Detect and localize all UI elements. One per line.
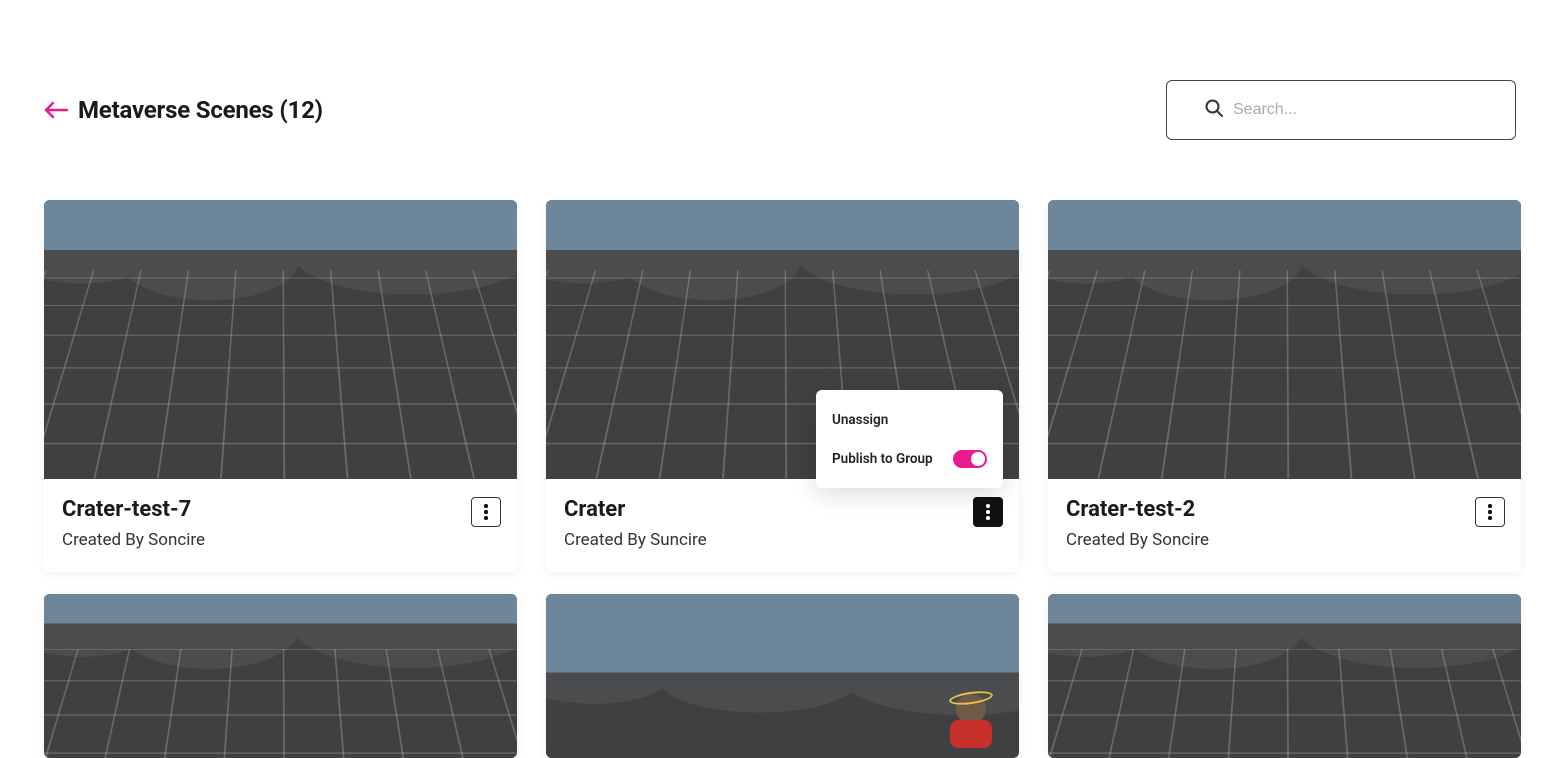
scene-thumbnail bbox=[546, 594, 1019, 758]
popover-publish[interactable]: Publish to Group bbox=[832, 446, 987, 472]
title-group: Metaverse Scenes (12) bbox=[44, 96, 323, 124]
scene-card[interactable] bbox=[546, 594, 1019, 758]
more-button[interactable] bbox=[973, 497, 1003, 527]
scene-thumbnail bbox=[1048, 200, 1521, 479]
scene-thumbnail bbox=[44, 594, 517, 758]
scene-thumbnail bbox=[1048, 594, 1521, 758]
scene-thumbnail bbox=[44, 200, 517, 479]
scene-grid: Crater-test-7 Created By Soncire Unassig… bbox=[44, 200, 1516, 758]
scene-card[interactable] bbox=[44, 594, 517, 758]
more-dots-icon bbox=[1488, 504, 1492, 520]
card-body: Crater-test-7 Created By Soncire bbox=[44, 479, 517, 572]
search-wrap bbox=[1166, 80, 1516, 140]
more-dots-icon bbox=[986, 504, 990, 520]
back-arrow-icon[interactable] bbox=[44, 101, 68, 119]
page-title: Metaverse Scenes (12) bbox=[78, 96, 323, 124]
card-body: Crater Created By Suncire bbox=[546, 479, 1019, 572]
more-button[interactable] bbox=[471, 497, 501, 527]
more-dots-icon bbox=[484, 504, 488, 520]
avatar-icon bbox=[945, 694, 997, 756]
more-button[interactable] bbox=[1475, 497, 1505, 527]
header-row: Metaverse Scenes (12) bbox=[44, 80, 1516, 140]
card-popover: Unassign Publish to Group bbox=[816, 390, 1003, 488]
scene-card[interactable]: Crater-test-7 Created By Soncire bbox=[44, 200, 517, 572]
popover-unassign[interactable]: Unassign bbox=[832, 408, 987, 432]
scene-card[interactable]: Crater-test-2 Created By Soncire bbox=[1048, 200, 1521, 572]
scene-card[interactable]: Unassign Publish to Group Crater Created… bbox=[546, 200, 1019, 572]
scene-card[interactable] bbox=[1048, 594, 1521, 758]
popover-unassign-label: Unassign bbox=[832, 412, 888, 428]
scene-creator: Created By Soncire bbox=[62, 530, 501, 550]
scene-title: Crater-test-2 bbox=[1066, 497, 1505, 522]
publish-toggle[interactable] bbox=[953, 450, 987, 468]
card-body: Crater-test-2 Created By Soncire bbox=[1048, 479, 1521, 572]
scene-creator: Created By Suncire bbox=[564, 530, 1003, 550]
popover-publish-label: Publish to Group bbox=[832, 451, 933, 467]
scene-title: Crater-test-7 bbox=[62, 497, 501, 522]
scene-creator: Created By Soncire bbox=[1066, 530, 1505, 550]
scene-title: Crater bbox=[564, 497, 1003, 522]
search-input[interactable] bbox=[1166, 80, 1516, 140]
toggle-knob bbox=[971, 452, 985, 466]
